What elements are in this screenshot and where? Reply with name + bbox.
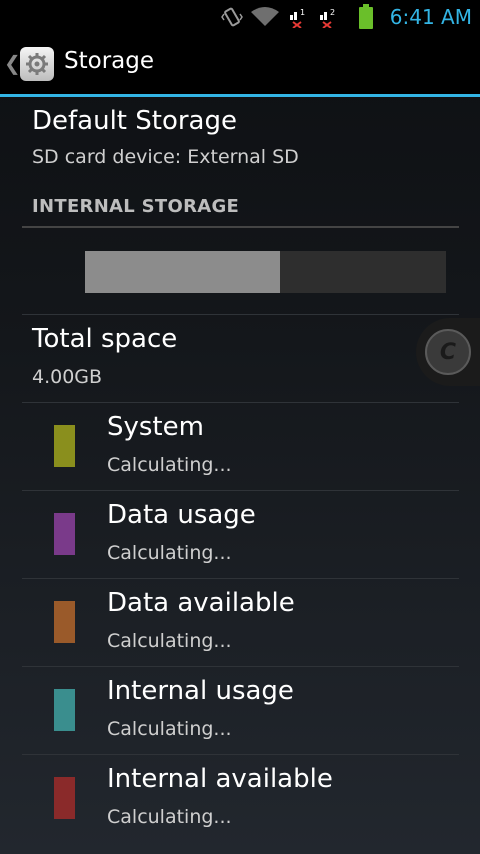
category-status: Calculating... xyxy=(107,454,232,476)
storage-usage-fill xyxy=(85,251,280,293)
internal-usage-color-swatch xyxy=(54,689,75,731)
system-color-swatch xyxy=(54,425,75,467)
sim1-no-signal-icon: 1 xyxy=(286,5,310,29)
category-status: Calculating... xyxy=(107,542,232,564)
category-status: Calculating... xyxy=(107,718,232,740)
sim1-label: 1 xyxy=(300,8,305,17)
category-status: Calculating... xyxy=(107,806,232,828)
back-chevron-icon[interactable]: ❮ xyxy=(4,51,21,75)
default-storage-value: SD card device: External SD xyxy=(32,146,299,168)
storage-usage-bar xyxy=(85,251,446,293)
total-space-title: Total space xyxy=(32,324,178,354)
action-bar: ❮ Storage xyxy=(0,34,480,97)
category-status: Calculating... xyxy=(107,630,232,652)
divider xyxy=(22,578,459,579)
category-label: Data available xyxy=(107,588,295,618)
vibrate-icon xyxy=(220,5,244,29)
floating-c-button[interactable]: C xyxy=(416,318,480,386)
divider xyxy=(22,490,459,491)
status-bar: 1 2 6:41 AM xyxy=(0,0,480,34)
total-space-value: 4.00GB xyxy=(32,366,103,388)
category-label: Internal available xyxy=(107,764,333,794)
floating-button-letter: C xyxy=(439,339,457,365)
wifi-icon xyxy=(250,5,280,29)
settings-app-icon[interactable] xyxy=(20,47,54,81)
sim2-label: 2 xyxy=(330,8,335,17)
category-label: System xyxy=(107,412,204,442)
section-header: INTERNAL STORAGE xyxy=(32,196,240,217)
category-label: Internal usage xyxy=(107,676,294,706)
page-title: Storage xyxy=(64,48,154,74)
internal-available-color-swatch xyxy=(54,777,75,819)
header-divider xyxy=(22,226,459,228)
data-usage-color-swatch xyxy=(54,513,75,555)
divider xyxy=(22,314,459,315)
category-label: Data usage xyxy=(107,500,256,530)
status-time: 6:41 AM xyxy=(389,5,472,29)
battery-icon xyxy=(354,4,378,29)
divider xyxy=(22,754,459,755)
divider xyxy=(22,666,459,667)
sim2-no-signal-icon: 2 xyxy=(316,5,340,29)
data-available-color-swatch xyxy=(54,601,75,643)
default-storage-title: Default Storage xyxy=(32,106,237,136)
divider xyxy=(22,402,459,403)
